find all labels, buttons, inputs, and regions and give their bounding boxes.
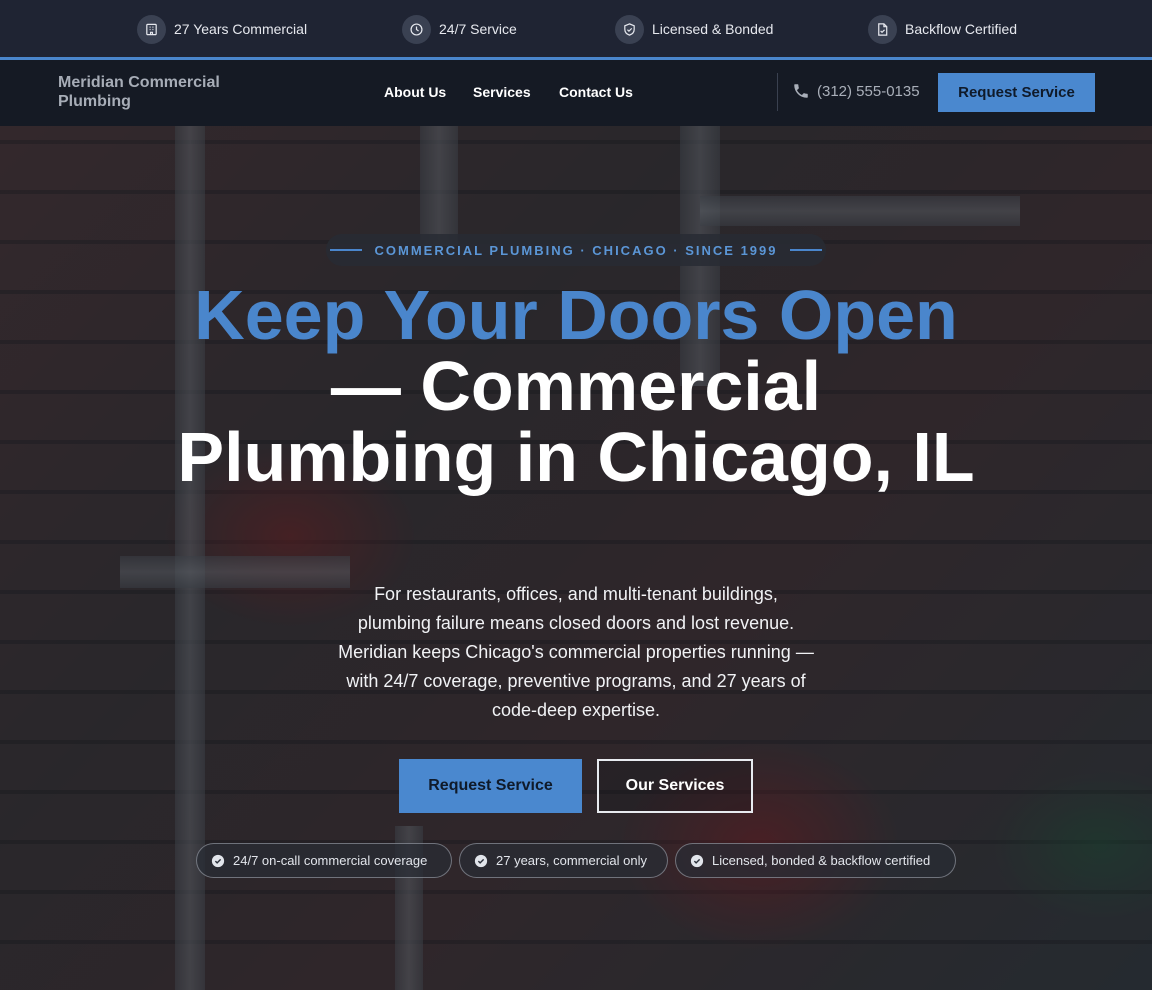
nav-link-about-us[interactable]: About Us <box>384 84 446 100</box>
headline-highlight: Keep Your Doors Open <box>194 276 958 354</box>
nav-request-service-button[interactable]: Request Service <box>938 73 1095 112</box>
document-check-icon <box>868 14 897 44</box>
clock-icon <box>402 14 431 44</box>
badge-24-7-coverage: 24/7 on-call commercial coverage <box>196 843 452 878</box>
eyebrow-text: COMMERCIAL PLUMBING · CHICAGO · SINCE 19… <box>374 242 778 258</box>
badge-label: Licensed, bonded & backflow certified <box>712 853 931 868</box>
headline-rest: — Commercial Plumbing in Chicago, IL <box>177 347 975 496</box>
badge-label: 27 years, commercial only <box>496 853 647 868</box>
topbar-label: 24/7 Service <box>439 21 517 37</box>
brand-logo[interactable]: Meridian Commercial Plumbing <box>58 73 248 111</box>
hero-eyebrow: COMMERCIAL PLUMBING · CHICAGO · SINCE 19… <box>326 234 826 266</box>
eyebrow-dash-right <box>789 249 822 251</box>
phone-number: (312) 555-0135 <box>817 82 920 100</box>
topbar-label: Backflow Certified <box>905 21 1018 37</box>
topbar-label: Licensed & Bonded <box>652 21 774 37</box>
topbar-item-licensed: Licensed & Bonded <box>615 14 773 44</box>
badge-27-years: 27 years, commercial only <box>459 843 668 878</box>
check-circle-icon <box>211 854 225 867</box>
nav-link-contact-us[interactable]: Contact Us <box>559 84 633 100</box>
hero-request-service-button[interactable]: Request Service <box>399 759 582 813</box>
hero-headline: Keep Your Doors Open — Commercial Plumbi… <box>176 280 976 493</box>
shield-check-icon <box>615 14 644 44</box>
building-icon <box>137 14 166 44</box>
topbar-item-service: 24/7 Service <box>402 14 517 44</box>
phone-link[interactable]: (312) 555-0135 <box>792 82 920 100</box>
check-circle-icon <box>474 854 488 867</box>
topbar-label: 27 Years Commercial <box>174 21 308 37</box>
nav-link-services[interactable]: Services <box>473 84 531 100</box>
hero-our-services-button[interactable]: Our Services <box>597 759 753 813</box>
eyebrow-dash-left <box>330 249 363 251</box>
badge-licensed: Licensed, bonded & backflow certified <box>675 843 956 878</box>
topbar-item-backflow: Backflow Certified <box>868 14 1017 44</box>
badge-label: 24/7 on-call commercial coverage <box>233 853 428 868</box>
topbar-item-years: 27 Years Commercial <box>137 14 307 44</box>
nav-divider <box>777 73 778 111</box>
check-circle-icon <box>690 854 704 867</box>
phone-icon <box>794 84 808 98</box>
hero-lead-paragraph: For restaurants, offices, and multi-tena… <box>338 584 814 720</box>
